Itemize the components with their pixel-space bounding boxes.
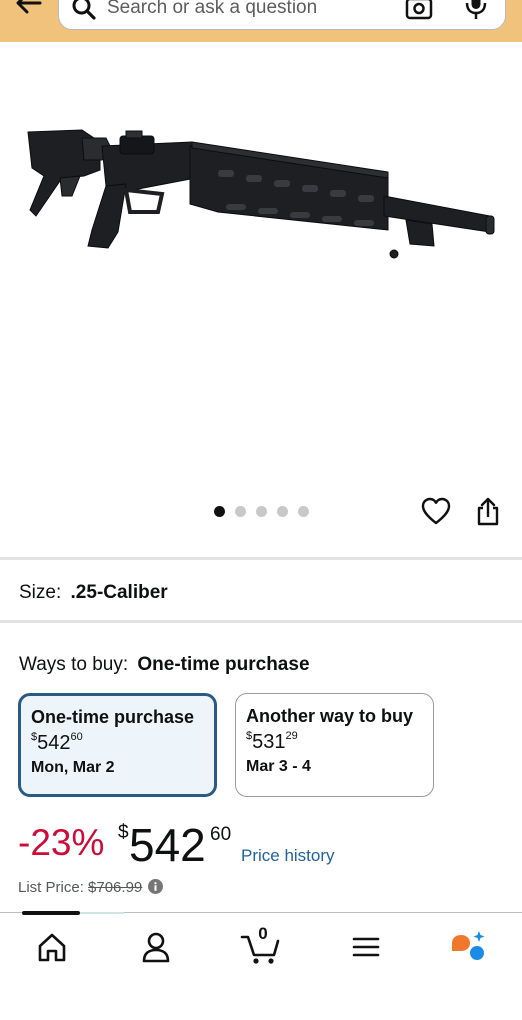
product-image[interactable] (22, 120, 500, 270)
price-whole: 542 (129, 819, 206, 871)
option-price: $53129 (246, 730, 298, 753)
option-delivery-date: Mar 3 - 4 (246, 758, 311, 775)
active-tab-indicator (22, 911, 80, 915)
back-arrow-icon[interactable] (14, 0, 44, 18)
bottom-navigation-bar: 0 (0, 911, 522, 1020)
mic-icon[interactable] (463, 0, 489, 21)
option-one-time-purchase[interactable]: One-time purchase $54260 Mon, Mar 2 (18, 693, 217, 797)
assistant-icon[interactable] (448, 929, 488, 965)
heart-icon[interactable] (421, 497, 451, 525)
search-placeholder: Search or ask a question (107, 0, 318, 18)
search-icon (72, 0, 96, 20)
option-title: One-time purchase (31, 707, 195, 727)
option-another-way-to-buy[interactable]: Another way to buy $53129 Mar 3 - 4 (235, 693, 434, 797)
account-icon[interactable] (136, 929, 176, 965)
size-label: Size: (19, 582, 62, 603)
carousel-dot[interactable] (256, 506, 267, 517)
ways-to-buy-label: Ways to buy: (19, 654, 129, 675)
option-title: Another way to buy (246, 706, 414, 726)
cart-count: 0 (258, 924, 268, 943)
home-icon[interactable] (32, 929, 72, 965)
discount-percentage: -23% (18, 822, 105, 863)
menu-icon[interactable] (346, 929, 386, 965)
carousel-dot[interactable] (214, 506, 225, 517)
size-value: .25-Caliber (70, 582, 168, 603)
price-fraction: 60 (210, 824, 232, 845)
list-price-value: $706.99 (88, 879, 143, 896)
option-delivery-date: Mon, Mar 2 (31, 759, 115, 776)
carousel-dot[interactable] (298, 506, 309, 517)
ways-to-buy-selected: One-time purchase (137, 654, 310, 675)
list-price-label: List Price: (18, 879, 84, 896)
ways-to-buy-heading: Ways to buy: One-time purchase (19, 654, 310, 676)
info-icon[interactable] (148, 879, 164, 894)
option-price: $54260 (31, 731, 83, 754)
carousel-dot[interactable] (277, 506, 288, 517)
price-currency: $ (118, 822, 129, 843)
share-icon[interactable] (474, 496, 502, 526)
image-carousel-dots (214, 506, 309, 518)
camera-icon[interactable] (405, 0, 433, 21)
top-search-bar: Search or ask a question (0, 0, 522, 42)
search-input[interactable]: Search or ask a question (58, 0, 506, 30)
carousel-dot[interactable] (235, 506, 246, 517)
section-divider (0, 557, 522, 560)
list-price: List Price: $706.99 (18, 879, 164, 896)
progress-indicator (80, 912, 124, 914)
price-history-link[interactable]: Price history (241, 846, 335, 866)
cart-button[interactable]: 0 (240, 924, 280, 965)
size-selector[interactable]: Size: .25-Caliber (19, 582, 168, 604)
section-divider (0, 620, 522, 623)
